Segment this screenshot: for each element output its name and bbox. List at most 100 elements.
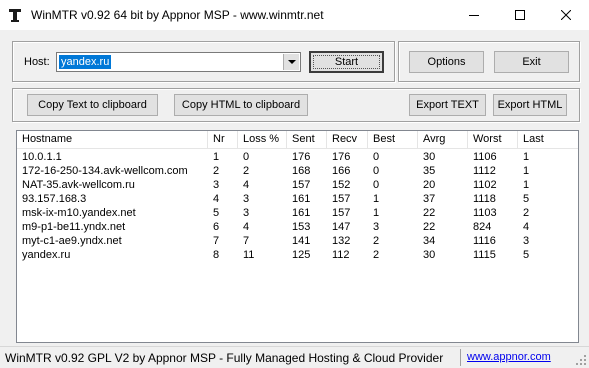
cell-avrg: 20 bbox=[423, 179, 436, 191]
column-sent[interactable]: Sent bbox=[287, 131, 327, 148]
cell-recv: 147 bbox=[332, 221, 351, 233]
cell-nr: 8 bbox=[213, 249, 220, 261]
cell-recv: 176 bbox=[332, 151, 351, 163]
cell-loss: 2 bbox=[243, 165, 250, 177]
cell-recv: 166 bbox=[332, 165, 351, 177]
cell-hostname: 172-16-250-134.avk-wellcom.com bbox=[22, 165, 188, 177]
cell-nr: 1 bbox=[213, 151, 220, 163]
winmtr-app-icon bbox=[9, 9, 21, 22]
cell-hostname: 10.0.1.1 bbox=[22, 151, 62, 163]
column-nr[interactable]: Nr bbox=[208, 131, 238, 148]
copy-text-label: Copy Text to clipboard bbox=[38, 99, 147, 111]
cell-worst: 1118 bbox=[473, 193, 496, 205]
column-recv[interactable]: Recv bbox=[327, 131, 368, 148]
status-text: WinMTR v0.92 GPL V2 by Appnor MSP - Full… bbox=[5, 351, 444, 365]
column-hostname[interactable]: Hostname bbox=[17, 131, 208, 148]
minimize-icon bbox=[469, 15, 479, 16]
cell-worst: 824 bbox=[473, 221, 492, 233]
cell-avrg: 35 bbox=[423, 165, 436, 177]
cell-hostname: yandex.ru bbox=[22, 249, 71, 261]
table-row[interactable]: NAT-35.avk-wellcom.ru 3 4 157 152 0 20 1102 1 bbox=[17, 178, 578, 192]
host-label: Host: bbox=[24, 56, 50, 68]
cell-recv: 157 bbox=[332, 207, 351, 219]
exit-button[interactable]: Exit bbox=[494, 51, 569, 73]
cell-loss: 3 bbox=[243, 207, 250, 219]
cell-recv: 132 bbox=[332, 235, 351, 247]
cell-sent: 157 bbox=[292, 179, 311, 191]
cell-hostname: 93.157.168.3 bbox=[22, 193, 87, 205]
cell-last: 1 bbox=[523, 165, 530, 177]
copy-html-button[interactable]: Copy HTML to clipboard bbox=[174, 94, 308, 116]
cell-sent: 176 bbox=[292, 151, 311, 163]
copy-html-label: Copy HTML to clipboard bbox=[181, 99, 301, 111]
cell-last: 1 bbox=[523, 179, 530, 191]
cell-best: 1 bbox=[373, 207, 380, 219]
cell-sent: 168 bbox=[292, 165, 311, 177]
cell-nr: 6 bbox=[213, 221, 220, 233]
table-row[interactable]: m9-p1-be11.yndx.net 6 4 153 147 3 22 824 4 bbox=[17, 220, 578, 234]
host-input[interactable]: yandex.ru bbox=[59, 55, 112, 69]
cell-recv: 152 bbox=[332, 179, 351, 191]
table-row[interactable]: msk-ix-m10.yandex.net 5 3 161 157 1 22 1103 2 bbox=[17, 206, 578, 220]
cell-nr: 3 bbox=[213, 179, 220, 191]
cell-sent: 161 bbox=[292, 193, 311, 205]
column-loss[interactable]: Loss % bbox=[238, 131, 287, 148]
table-row[interactable]: yandex.ru 8 11 125 112 2 30 1115 5 bbox=[17, 248, 578, 262]
cell-last: 3 bbox=[523, 235, 530, 247]
cell-best: 2 bbox=[373, 249, 380, 261]
cell-worst: 1102 bbox=[473, 179, 497, 191]
cell-loss: 0 bbox=[243, 151, 250, 163]
export-text-button[interactable]: Export TEXT bbox=[409, 94, 486, 116]
cell-avrg: 30 bbox=[423, 151, 436, 163]
cell-worst: 1112 bbox=[473, 165, 496, 177]
cell-best: 0 bbox=[373, 179, 380, 191]
column-best[interactable]: Best bbox=[368, 131, 418, 148]
cell-last: 4 bbox=[523, 221, 530, 233]
appnor-link[interactable]: www.appnor.com bbox=[467, 351, 551, 363]
host-combobox[interactable]: yandex.ru bbox=[56, 52, 301, 72]
export-html-button[interactable]: Export HTML bbox=[493, 94, 567, 116]
cell-recv: 112 bbox=[332, 249, 350, 261]
maximize-button[interactable] bbox=[497, 0, 543, 30]
column-last[interactable]: Last bbox=[518, 131, 578, 148]
resize-grip-icon[interactable] bbox=[575, 354, 587, 366]
cell-last: 5 bbox=[523, 193, 530, 205]
options-button-label: Options bbox=[427, 56, 466, 68]
cell-worst: 1103 bbox=[473, 207, 497, 219]
cell-worst: 1116 bbox=[473, 235, 496, 247]
cell-sent: 153 bbox=[292, 221, 311, 233]
chevron-down-icon bbox=[287, 59, 296, 64]
window-title: WinMTR v0.92 64 bit by Appnor MSP - www.… bbox=[31, 8, 324, 22]
column-worst[interactable]: Worst bbox=[468, 131, 518, 148]
exit-button-label: Exit bbox=[522, 56, 541, 68]
cell-hostname: m9-p1-be11.yndx.net bbox=[22, 221, 126, 233]
cell-loss: 11 bbox=[243, 249, 255, 261]
cell-loss: 4 bbox=[243, 221, 250, 233]
table-row[interactable]: myt-c1-ae9.yndx.net 7 7 141 132 2 34 1116 3 bbox=[17, 234, 578, 248]
close-icon bbox=[561, 10, 571, 20]
copy-text-button[interactable]: Copy Text to clipboard bbox=[27, 94, 158, 116]
cell-recv: 157 bbox=[332, 193, 351, 205]
table-row[interactable]: 172-16-250-134.avk-wellcom.com 2 2 168 166 0 3… bbox=[17, 164, 578, 178]
cell-sent: 161 bbox=[292, 207, 311, 219]
cell-hostname: msk-ix-m10.yandex.net bbox=[22, 207, 136, 219]
cell-best: 0 bbox=[373, 165, 380, 177]
start-button[interactable]: Start bbox=[309, 51, 384, 73]
minimize-button[interactable] bbox=[451, 0, 497, 30]
cell-best: 0 bbox=[373, 151, 380, 163]
cell-nr: 2 bbox=[213, 165, 220, 177]
table-row[interactable]: 93.157.168.3 4 3 161 157 1 37 1118 5 bbox=[17, 192, 578, 206]
status-divider bbox=[460, 349, 461, 366]
close-button[interactable] bbox=[543, 0, 589, 30]
table-header: Hostname Nr Loss % Sent Recv Best Avrg W… bbox=[17, 131, 578, 149]
column-avrg[interactable]: Avrg bbox=[418, 131, 468, 148]
results-table[interactable]: Hostname Nr Loss % Sent Recv Best Avrg W… bbox=[16, 130, 579, 343]
cell-loss: 4 bbox=[243, 179, 250, 191]
dropdown-button[interactable] bbox=[283, 54, 299, 70]
cell-avrg: 22 bbox=[423, 221, 436, 233]
title-bar: WinMTR v0.92 64 bit by Appnor MSP - www.… bbox=[0, 0, 589, 30]
table-row[interactable]: 10.0.1.1 1 0 176 176 0 30 1106 1 bbox=[17, 150, 578, 164]
options-button[interactable]: Options bbox=[409, 51, 484, 73]
cell-best: 2 bbox=[373, 235, 380, 247]
cell-best: 3 bbox=[373, 221, 380, 233]
